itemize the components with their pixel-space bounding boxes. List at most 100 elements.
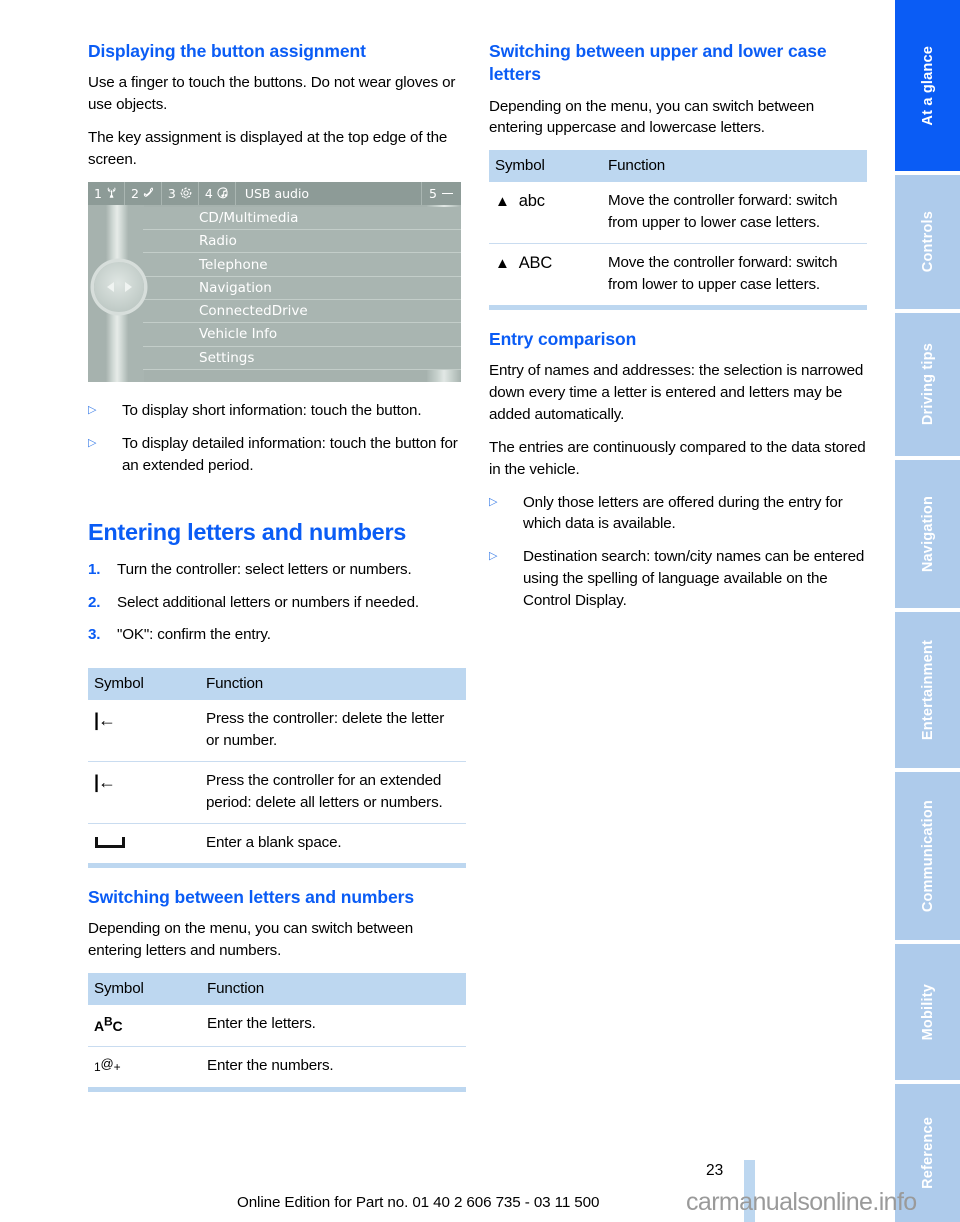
tab-mobility[interactable]: Mobility (895, 944, 960, 1084)
section-title-entry-comparison: Entry comparison (489, 328, 637, 349)
table-cell-function: Press the controller for an extended per… (200, 761, 466, 824)
delete-backspace-icon: |← (88, 700, 200, 763)
bullet-list-button-info: ▷ To display short information: touch th… (88, 400, 466, 477)
table-cell-function: Enter the numbers. (207, 1057, 334, 1075)
list-item-label: Only those letters are offered during th… (523, 493, 843, 533)
column-header-symbol: Symbol (88, 668, 200, 701)
column-header-symbol: Symbol (489, 150, 602, 183)
tab-label: Mobility (919, 983, 936, 1041)
page-number: 23 (706, 1162, 724, 1179)
triangle-bullet-icon: ▷ (88, 403, 97, 416)
numbers-symbols-glyph: 1@+ (94, 1056, 121, 1075)
idrive-topbar: 1 2 3 4 USB audio 5 (88, 181, 461, 205)
idrive-menu-item[interactable]: Settings (143, 346, 461, 370)
ordered-list-entry-steps: 1. Turn the controller: select letters o… (88, 559, 466, 647)
radio-waves-icon (105, 186, 119, 200)
gear-icon (179, 186, 193, 200)
list-item: ▷ To display short information: touch th… (88, 400, 466, 422)
delete-backspace-glyph: |← (94, 772, 116, 793)
glyph-part-tail: C (112, 1017, 123, 1034)
blank-space-glyph (95, 836, 125, 848)
idrive-screen-illustration: 1 2 3 4 USB audio 5 CD/Multimedia Radio … (88, 181, 461, 382)
arrow-right-icon (124, 281, 132, 292)
column-header-function: Function (602, 150, 867, 183)
tab-label: Communication (919, 799, 936, 913)
tab-label: At a glance (919, 45, 936, 126)
idrive-button-1[interactable]: 1 (88, 181, 125, 205)
chapter-title-entering-letters-and-numbers: Entering letters and numbers (88, 518, 407, 545)
table-row: |← Press the controller: delete the lett… (88, 700, 466, 763)
abc-letters-glyph: ABC (94, 1014, 123, 1034)
tab-label: Controls (919, 211, 936, 273)
list-item-label: To display short information: touch the … (122, 401, 422, 419)
triangle-up-icon: ▲ (495, 193, 510, 211)
idrive-button-5[interactable]: 5 (421, 181, 461, 205)
glyph-part-main: A (94, 1017, 104, 1034)
table-row: |← Press the controller for an extended … (88, 761, 466, 824)
list-item-number: 1. (88, 560, 101, 578)
idrive-button-5-number: 5 (429, 185, 437, 201)
idrive-button-4[interactable]: 4 (199, 181, 236, 205)
section-title-switching-letters-numbers: Switching between letters and numbers (88, 886, 414, 907)
tab-at-a-glance[interactable]: At a glance (895, 0, 960, 175)
idrive-button-3[interactable]: 3 (162, 181, 199, 205)
list-item-label: Select additional letters or numbers if … (117, 593, 419, 611)
lowercase-abc-label: abc (518, 192, 545, 211)
left-right-controller-icon[interactable] (94, 261, 144, 312)
paragraph-key-assignment: The key assignment is displayed at the t… (88, 129, 448, 168)
idrive-button-1-number: 1 (94, 185, 102, 201)
tab-navigation[interactable]: Navigation (895, 460, 960, 612)
table-row: ▲ ABC Move the controller forward: switch… (489, 244, 867, 305)
table-cell-function: Enter the letters. (201, 1004, 466, 1048)
triangle-bullet-icon: ▷ (489, 495, 498, 508)
table-header-row: Symbol Function (489, 150, 867, 183)
music-note-icon (216, 186, 230, 200)
bullet-list-entry-comparison: ▷ Only those letters are offered during … (489, 492, 867, 612)
idrive-menu-item[interactable]: Navigation (143, 276, 461, 301)
idrive-topbar-label: USB audio (244, 185, 310, 201)
table-cell-symbol-uppercase: ▲ ABC (489, 244, 602, 305)
idrive-main-menu: CD/Multimedia Radio Telephone Navigation… (143, 206, 461, 370)
edition-notice: Online Edition for Part no. 01 40 2 606 … (237, 1194, 600, 1211)
list-item: 2. Select additional letters or numbers … (88, 592, 466, 614)
blank-space-icon (88, 823, 200, 862)
watermark-text: carmanualsonline.info (686, 1188, 917, 1216)
table-row: ▲ abc Move the controller forward: switch… (489, 182, 867, 245)
tab-communication[interactable]: Communication (895, 772, 960, 944)
list-item-number: 3. (88, 626, 101, 644)
idrive-menu-item[interactable]: Telephone (143, 253, 461, 277)
triangle-up-icon: ▲ (495, 255, 510, 273)
paragraph-switch-letters-numbers: Depending on the menu, you can switch be… (88, 920, 414, 959)
paragraph-entry-names-addresses: Entry of names and addresses: the select… (489, 362, 864, 423)
glyph-part-tail: + (113, 1060, 121, 1075)
symbol-function-table-letters-numbers: Symbol Function ABC Enter the letters. 1… (88, 972, 466, 1093)
tab-driving-tips[interactable]: Driving tips (895, 313, 960, 460)
idrive-button-2[interactable]: 2 (125, 181, 162, 205)
table-cell-function: Move the controller forward: switch from… (602, 182, 867, 245)
tab-entertainment[interactable]: Entertainment (895, 612, 960, 772)
list-item: ▷ To display detailed information: touch… (88, 433, 466, 477)
table-row: ABC Enter the letters. (88, 1004, 466, 1048)
tab-controls[interactable]: Controls (895, 175, 960, 313)
glyph-part-sup: B (103, 1013, 113, 1028)
list-item-label: Turn the controller: select letters or n… (117, 560, 412, 578)
glyph-part-sup: @ (100, 1056, 114, 1072)
abc-letters-icon: ABC (88, 1004, 201, 1048)
delete-backspace-icon: |← (88, 761, 200, 824)
table-header-row: Symbol Function (88, 668, 466, 701)
idrive-menu-item[interactable]: Vehicle Info (143, 323, 461, 347)
uppercase-abc-label: ABC (518, 254, 553, 273)
idrive-menu-item[interactable]: Radio (143, 230, 461, 254)
page-footer: 23 Online Edition for Part no. 01 40 2 6… (0, 1160, 960, 1222)
idrive-menu-item[interactable]: CD/Multimedia (143, 206, 461, 231)
idrive-menu-item[interactable]: ConnectedDrive (143, 300, 461, 324)
table-cell-function: Press the controller: delete the letter … (200, 700, 466, 763)
telephone-handset-icon (142, 186, 156, 200)
tab-label: Entertainment (919, 639, 936, 741)
chapter-tabs-sidebar: At a glance Controls Driving tips Naviga… (895, 0, 960, 1222)
list-item-label: Destination search: town/city names can … (523, 548, 865, 610)
table-footer-bar (88, 1087, 466, 1093)
